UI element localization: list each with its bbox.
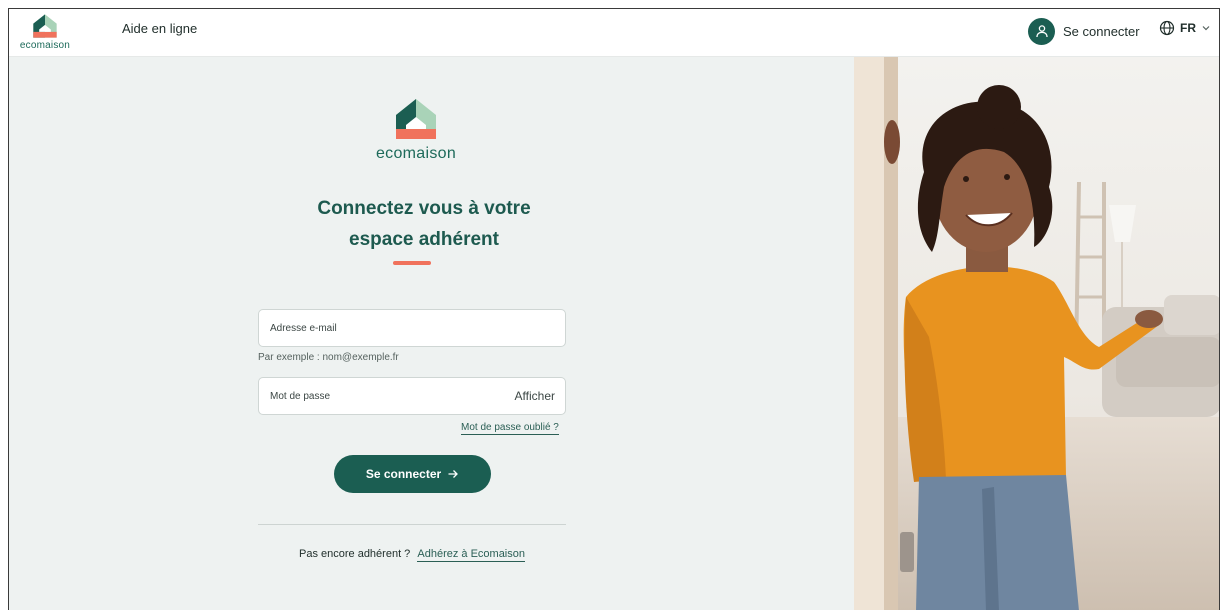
logo-wordmark: ecomaison (375, 145, 457, 162)
user-icon (1028, 17, 1055, 45)
house-logo-icon (33, 14, 57, 38)
title-line-2: espace adhérent (349, 229, 499, 250)
password-input[interactable] (259, 378, 489, 414)
signup-link[interactable]: Adhérez à Ecomaison (417, 548, 525, 562)
header-login-button[interactable]: Se connecter (1028, 16, 1140, 46)
email-field-wrapper (258, 309, 566, 347)
login-panel: ecomaison Connectez vous à votre espace … (9, 57, 854, 610)
title-accent-bar (393, 261, 431, 265)
signup-prompt: Pas encore adhérent ? Adhérez à Ecomaiso… (259, 548, 565, 562)
chevron-down-icon (1202, 26, 1210, 31)
header-login-label: Se connecter (1063, 23, 1140, 39)
show-password-button[interactable]: Afficher (515, 389, 555, 403)
title-line-1: Connectez vous à votre (317, 198, 531, 219)
help-link[interactable]: Aide en ligne (122, 21, 197, 36)
login-submit-button[interactable]: Se connecter (334, 455, 491, 493)
email-hint: Par exemple : nom@exemple.fr (258, 352, 399, 363)
forgot-password-link[interactable]: Mot de passe oublié ? (461, 422, 559, 435)
signup-text: Pas encore adhérent ? (299, 548, 411, 560)
top-header: ecomaison Aide en ligne Se connecter FR (9, 9, 1219, 57)
logo-wordmark: ecomaison (19, 40, 71, 51)
browser-frame: ecomaison Aide en ligne Se connecter FR (8, 8, 1220, 610)
submit-label: Se connecter (365, 467, 442, 481)
hero-photo (854, 57, 1219, 610)
globe-icon (1159, 20, 1175, 36)
arrow-right-icon (448, 470, 459, 478)
ecomaison-main-logo: ecomaison (361, 95, 471, 163)
woman-at-door-illustration (854, 57, 1219, 610)
page-title: Connectez vous à votre espace adhérent (239, 193, 609, 255)
ecomaison-logo[interactable]: ecomaison (15, 12, 75, 54)
password-field-wrapper: Afficher (258, 377, 566, 415)
section-divider (258, 524, 566, 525)
language-selector[interactable]: FR (1159, 20, 1211, 36)
house-logo-icon (396, 99, 436, 139)
email-input[interactable] (259, 310, 489, 346)
language-label: FR (1180, 21, 1196, 35)
